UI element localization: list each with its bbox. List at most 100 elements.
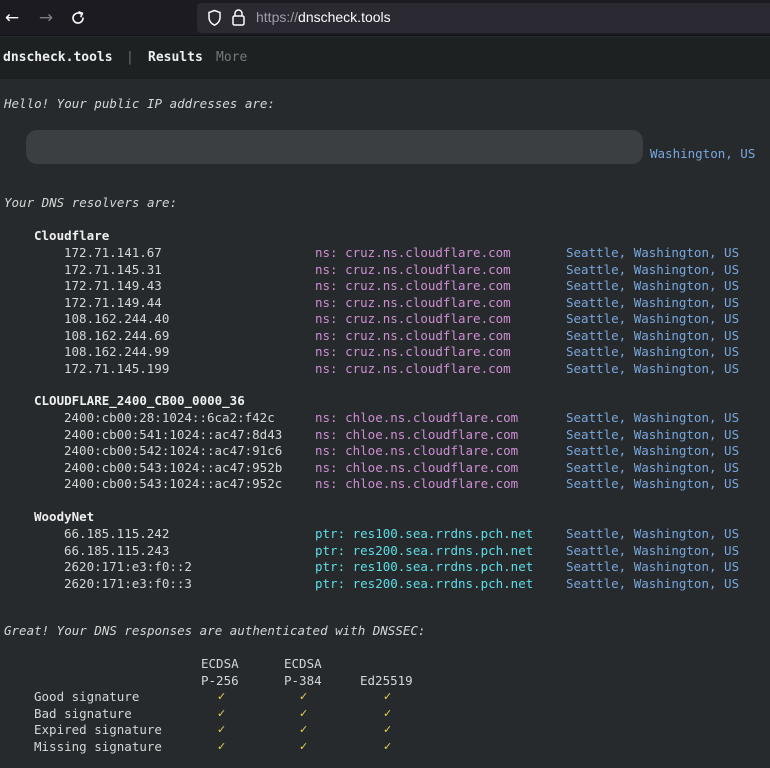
public-ip-intro: Hello! Your public IP addresses are:: [4, 96, 275, 111]
resolver-row: 66.185.115.242 ptr: res100.sea.rrdns.pch.…: [0, 526, 770, 543]
resolvers-intro: Your DNS resolvers are:: [4, 195, 178, 210]
resolver-nameserver: ns: cruz.ns.cloudflare.com: [315, 311, 511, 326]
resolver-row: 108.162.244.40 ns: cruz.ns.cloudflare.com…: [0, 311, 770, 328]
url-domain: dnscheck.tools: [298, 9, 391, 25]
resolver-nameserver: ns: cruz.ns.cloudflare.com: [315, 344, 511, 359]
resolver-nameserver: ns: chloe.ns.cloudflare.com: [315, 410, 519, 425]
resolver-nameserver: ns: cruz.ns.cloudflare.com: [315, 278, 511, 293]
resolver-location: Seattle, Washington, US: [566, 459, 740, 475]
resolver-ip: 2620:171:e3:f0::3: [64, 575, 192, 591]
checkmark-icon: ✓: [299, 723, 309, 736]
public-ip-redacted: [26, 130, 643, 164]
resolver-location: Seattle, Washington, US: [566, 410, 740, 425]
resolver-ip: 108.162.244.69: [64, 327, 170, 343]
resolver-nameserver: ns: chloe.ns.cloudflare.com: [315, 443, 519, 458]
checkmark-icon: ✓: [299, 739, 309, 753]
dnssec-column-header: ECDSA: [201, 656, 239, 671]
resolver-row: 2400:cb00:28:1024::6ca2:f42c ns: chloe.ns…: [0, 410, 770, 427]
resolver-ip: 2400:cb00:543:1024::ac47:952c: [64, 476, 283, 491]
checkmark-icon: ✓: [217, 739, 227, 753]
resolver-ip: 108.162.244.40: [64, 311, 170, 326]
nav-separator: |: [126, 50, 134, 65]
resolver-location: Seattle, Washington, US: [566, 327, 740, 343]
resolver-group-title: Cloudflare: [34, 228, 110, 243]
resolver-row: 2400:cb00:543:1024::ac47:952c ns: chloe.n…: [0, 476, 770, 493]
checkmark-icon: ✓: [383, 690, 393, 703]
resolver-nameserver: ns: cruz.ns.cloudflare.com: [315, 360, 511, 376]
resolver-location: Seattle, Washington, US: [566, 559, 740, 574]
resolver-location: Seattle, Washington, US: [566, 526, 740, 541]
resolver-location: Seattle, Washington, US: [566, 311, 740, 326]
resolver-row: 172.71.145.199 ns: cruz.ns.cloudflare.com…: [0, 361, 770, 378]
resolver-row: 108.162.244.69 ns: cruz.ns.cloudflare.com…: [0, 328, 770, 345]
lock-icon[interactable]: [231, 8, 246, 27]
resolver-group-title: WoodyNet: [34, 509, 95, 524]
dnssec-column-header: ECDSA: [284, 656, 322, 671]
resolver-nameserver: ptr: res100.sea.rrdns.pch.net: [315, 526, 534, 541]
checkmark-icon: ✓: [383, 723, 393, 736]
nav-link-results[interactable]: Results: [148, 50, 203, 65]
checkmark-icon: ✓: [383, 739, 393, 753]
resolver-ip: 172.71.145.199: [64, 360, 170, 376]
resolver-row: 172.71.145.31 ns: cruz.ns.cloudflare.com S…: [0, 262, 770, 279]
resolver-location: Seattle, Washington, US: [566, 476, 740, 491]
checkmark-icon: ✓: [217, 690, 227, 703]
resolver-row: 172.71.149.44 ns: cruz.ns.cloudflare.com S…: [0, 295, 770, 312]
resolver-location: Seattle, Washington, US: [566, 261, 740, 277]
resolver-ip: 108.162.244.99: [64, 344, 170, 359]
back-arrow-icon[interactable]: ←: [0, 6, 24, 30]
resolver-ip: 66.185.115.243: [64, 542, 170, 558]
resolver-nameserver: ns: cruz.ns.cloudflare.com: [315, 327, 511, 343]
resolver-ip: 2400:cb00:542:1024::ac47:91c6: [64, 443, 283, 458]
resolver-location: Seattle, Washington, US: [566, 294, 740, 310]
resolver-nameserver: ptr: res200.sea.rrdns.pch.net: [315, 542, 534, 558]
resolver-location: Seattle, Washington, US: [566, 443, 740, 458]
resolver-row: 2620:171:e3:f0::2 ptr: res100.sea.rrdns.p…: [0, 559, 770, 576]
checkmark-icon: ✓: [217, 706, 227, 720]
site-header: dnscheck.tools | Results More: [0, 37, 770, 79]
resolver-nameserver: ns: chloe.ns.cloudflare.com: [315, 476, 519, 491]
resolver-row: 2620:171:e3:f0::3 ptr: res200.sea.rrdns.p…: [0, 576, 770, 593]
resolver-row: 172.71.141.67 ns: cruz.ns.cloudflare.com S…: [0, 245, 770, 262]
dnssec-column-header: P-256: [201, 673, 239, 688]
nav-link-more[interactable]: More: [216, 50, 247, 65]
dnssec-intro: Great! Your DNS responses are authentica…: [4, 623, 426, 638]
resolver-location: Seattle, Washington, US: [566, 360, 740, 376]
resolver-group-title: CLOUDFLARE_2400_CB00_0000_36: [34, 393, 245, 408]
dnssec-row-label: Missing signature: [34, 738, 162, 754]
resolver-nameserver: ns: cruz.ns.cloudflare.com: [315, 261, 511, 277]
resolver-location: Seattle, Washington, US: [566, 426, 740, 442]
resolver-nameserver: ptr: res100.sea.rrdns.pch.net: [315, 559, 534, 574]
forward-arrow-icon[interactable]: →: [34, 6, 58, 30]
resolver-nameserver: ns: chloe.ns.cloudflare.com: [315, 426, 519, 442]
resolver-ip: 2400:cb00:543:1024::ac47:952b: [64, 459, 283, 475]
resolver-nameserver: ns: cruz.ns.cloudflare.com: [315, 294, 511, 310]
resolver-ip: 172.71.141.67: [64, 245, 162, 260]
dnssec-row-label: Good signature: [34, 689, 140, 704]
resolver-ip: 66.185.115.242: [64, 526, 170, 541]
resolver-location: Seattle, Washington, US: [566, 542, 740, 558]
resolver-location: Seattle, Washington, US: [566, 575, 740, 591]
dnssec-row-label: Expired signature: [34, 722, 162, 737]
resolver-row: 66.185.115.243 ptr: res200.sea.rrdns.pch.…: [0, 543, 770, 560]
url-bar[interactable]: https://dnscheck.tools: [197, 3, 770, 33]
checkmark-icon: ✓: [383, 706, 393, 720]
resolver-row: 2400:cb00:543:1024::ac47:952b ns: chloe.n…: [0, 460, 770, 477]
resolver-ip: 172.71.145.31: [64, 261, 162, 277]
resolver-location: Seattle, Washington, US: [566, 245, 740, 260]
browser-toolbar: ← → https://dnscheck.tools: [0, 0, 770, 36]
url-text[interactable]: https://dnscheck.tools: [256, 9, 391, 25]
resolver-ip: 2400:cb00:541:1024::ac47:8d43: [64, 426, 283, 442]
site-brand-link[interactable]: dnscheck.tools: [3, 50, 113, 65]
dnssec-row-label: Bad signature: [34, 705, 132, 721]
resolver-ip: 2400:cb00:28:1024::6ca2:f42c: [64, 410, 275, 425]
resolver-location: Seattle, Washington, US: [566, 344, 740, 359]
checkmark-icon: ✓: [299, 690, 309, 703]
resolver-ip: 172.71.149.44: [64, 294, 162, 310]
reload-icon[interactable]: [66, 6, 90, 30]
resolver-row: 108.162.244.99 ns: cruz.ns.cloudflare.com…: [0, 344, 770, 361]
public-ip-location: Washington, US: [650, 146, 756, 161]
resolver-row: 172.71.149.43 ns: cruz.ns.cloudflare.com S…: [0, 278, 770, 295]
shield-icon[interactable]: [207, 9, 222, 27]
dnssec-column-header: Ed25519: [360, 673, 413, 688]
